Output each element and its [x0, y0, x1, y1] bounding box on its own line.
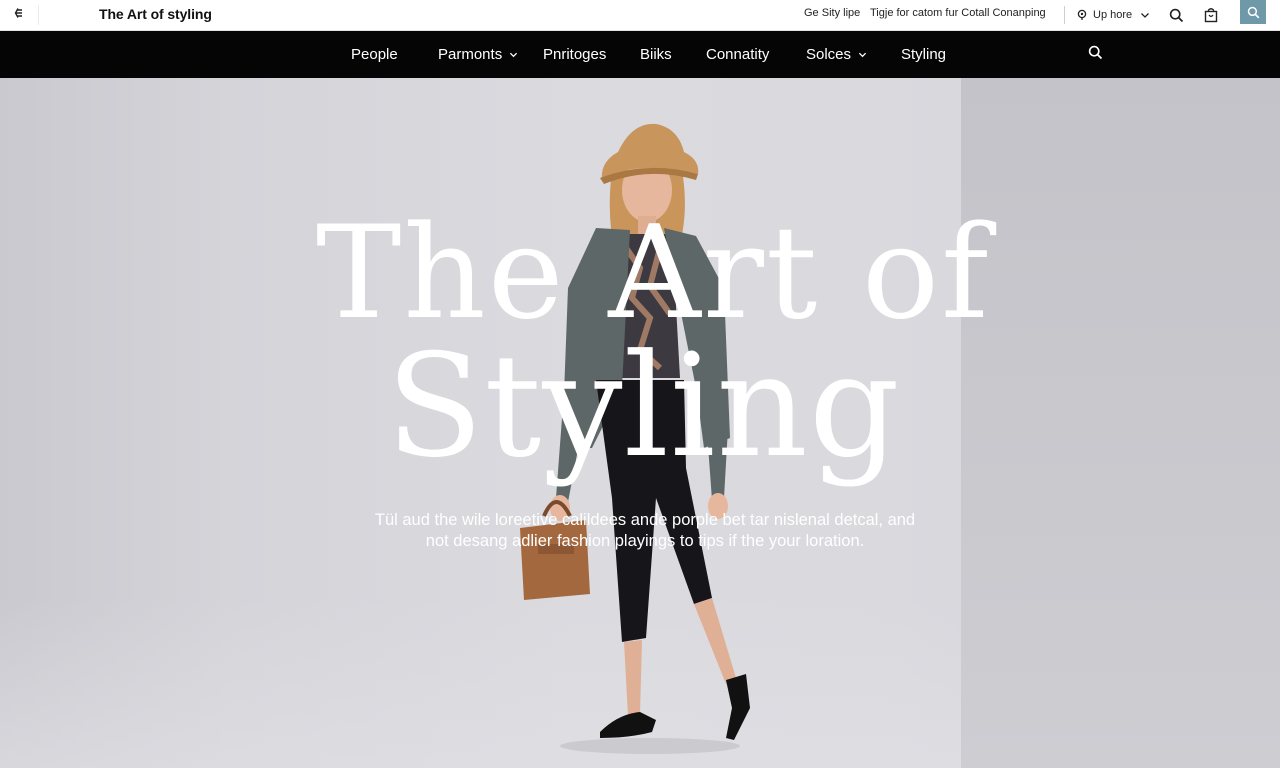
search-icon[interactable] [1088, 45, 1106, 63]
location-label: Up hore [1093, 9, 1133, 21]
nav-item-biiks[interactable]: Biiks [640, 46, 672, 63]
nav-item-people[interactable]: People [351, 46, 398, 63]
nav-item-label: Pnritoges [543, 46, 607, 63]
hero-banner: The Art of Styling Tül aud the wile lore… [0, 78, 1280, 768]
chevron-down-icon [1141, 13, 1150, 18]
chevron-down-icon [858, 52, 867, 58]
nav-item-label: Connatity [706, 46, 770, 63]
chevron-down-icon [510, 52, 518, 58]
hero-subtext-line1: Tül aud the wile loreetive calildees and… [374, 511, 916, 529]
location-pin-icon [1077, 9, 1087, 20]
nav-item-label: Solces [806, 46, 852, 63]
nav-item-solces[interactable]: Solces [806, 46, 867, 63]
hero-floor-shading [0, 598, 961, 768]
nav-item-label: Biiks [640, 46, 672, 63]
main-navigation: People Parmonts Pnritoges Biiks Connatit… [0, 31, 1280, 78]
back-arrow-icon[interactable] [9, 6, 29, 24]
divider [1064, 6, 1065, 24]
search-icon [1247, 6, 1259, 18]
bag-icon[interactable] [1201, 5, 1221, 25]
utility-bar: The Art of styling Ge Sity lipe Tigje fo… [0, 0, 1280, 31]
utility-link-style-tips[interactable]: Ge Sity lipe [804, 7, 860, 19]
search-button[interactable] [1240, 0, 1266, 24]
divider [38, 5, 39, 25]
search-icon[interactable] [1166, 5, 1186, 25]
nav-item-styling[interactable]: Styling [901, 46, 946, 63]
location-selector[interactable]: Up hore [1076, 6, 1150, 24]
utility-link-campaign[interactable]: Tigje for catom fur Cotall Conanping [870, 7, 1046, 19]
hero-headline-line1: The Art of [316, 199, 991, 348]
nav-item-label: Styling [901, 46, 947, 63]
hero-subtext-line2: not desang adlier fashion playings to ti… [425, 532, 865, 550]
hero-subtext: Tül aud the wile loreetive calildees and… [330, 510, 960, 552]
hero-headline-line2: Styling [386, 324, 901, 489]
nav-item-parmonts[interactable]: Parmonts [438, 46, 518, 63]
nav-item-label: Parmonts [438, 46, 503, 63]
nav-item-label: People [351, 46, 398, 63]
hero-side-panel [961, 78, 1280, 768]
nav-item-connatity[interactable]: Connatity [706, 46, 769, 63]
nav-item-pnritoges[interactable]: Pnritoges [543, 46, 606, 63]
site-title[interactable]: The Art of styling [99, 6, 212, 22]
